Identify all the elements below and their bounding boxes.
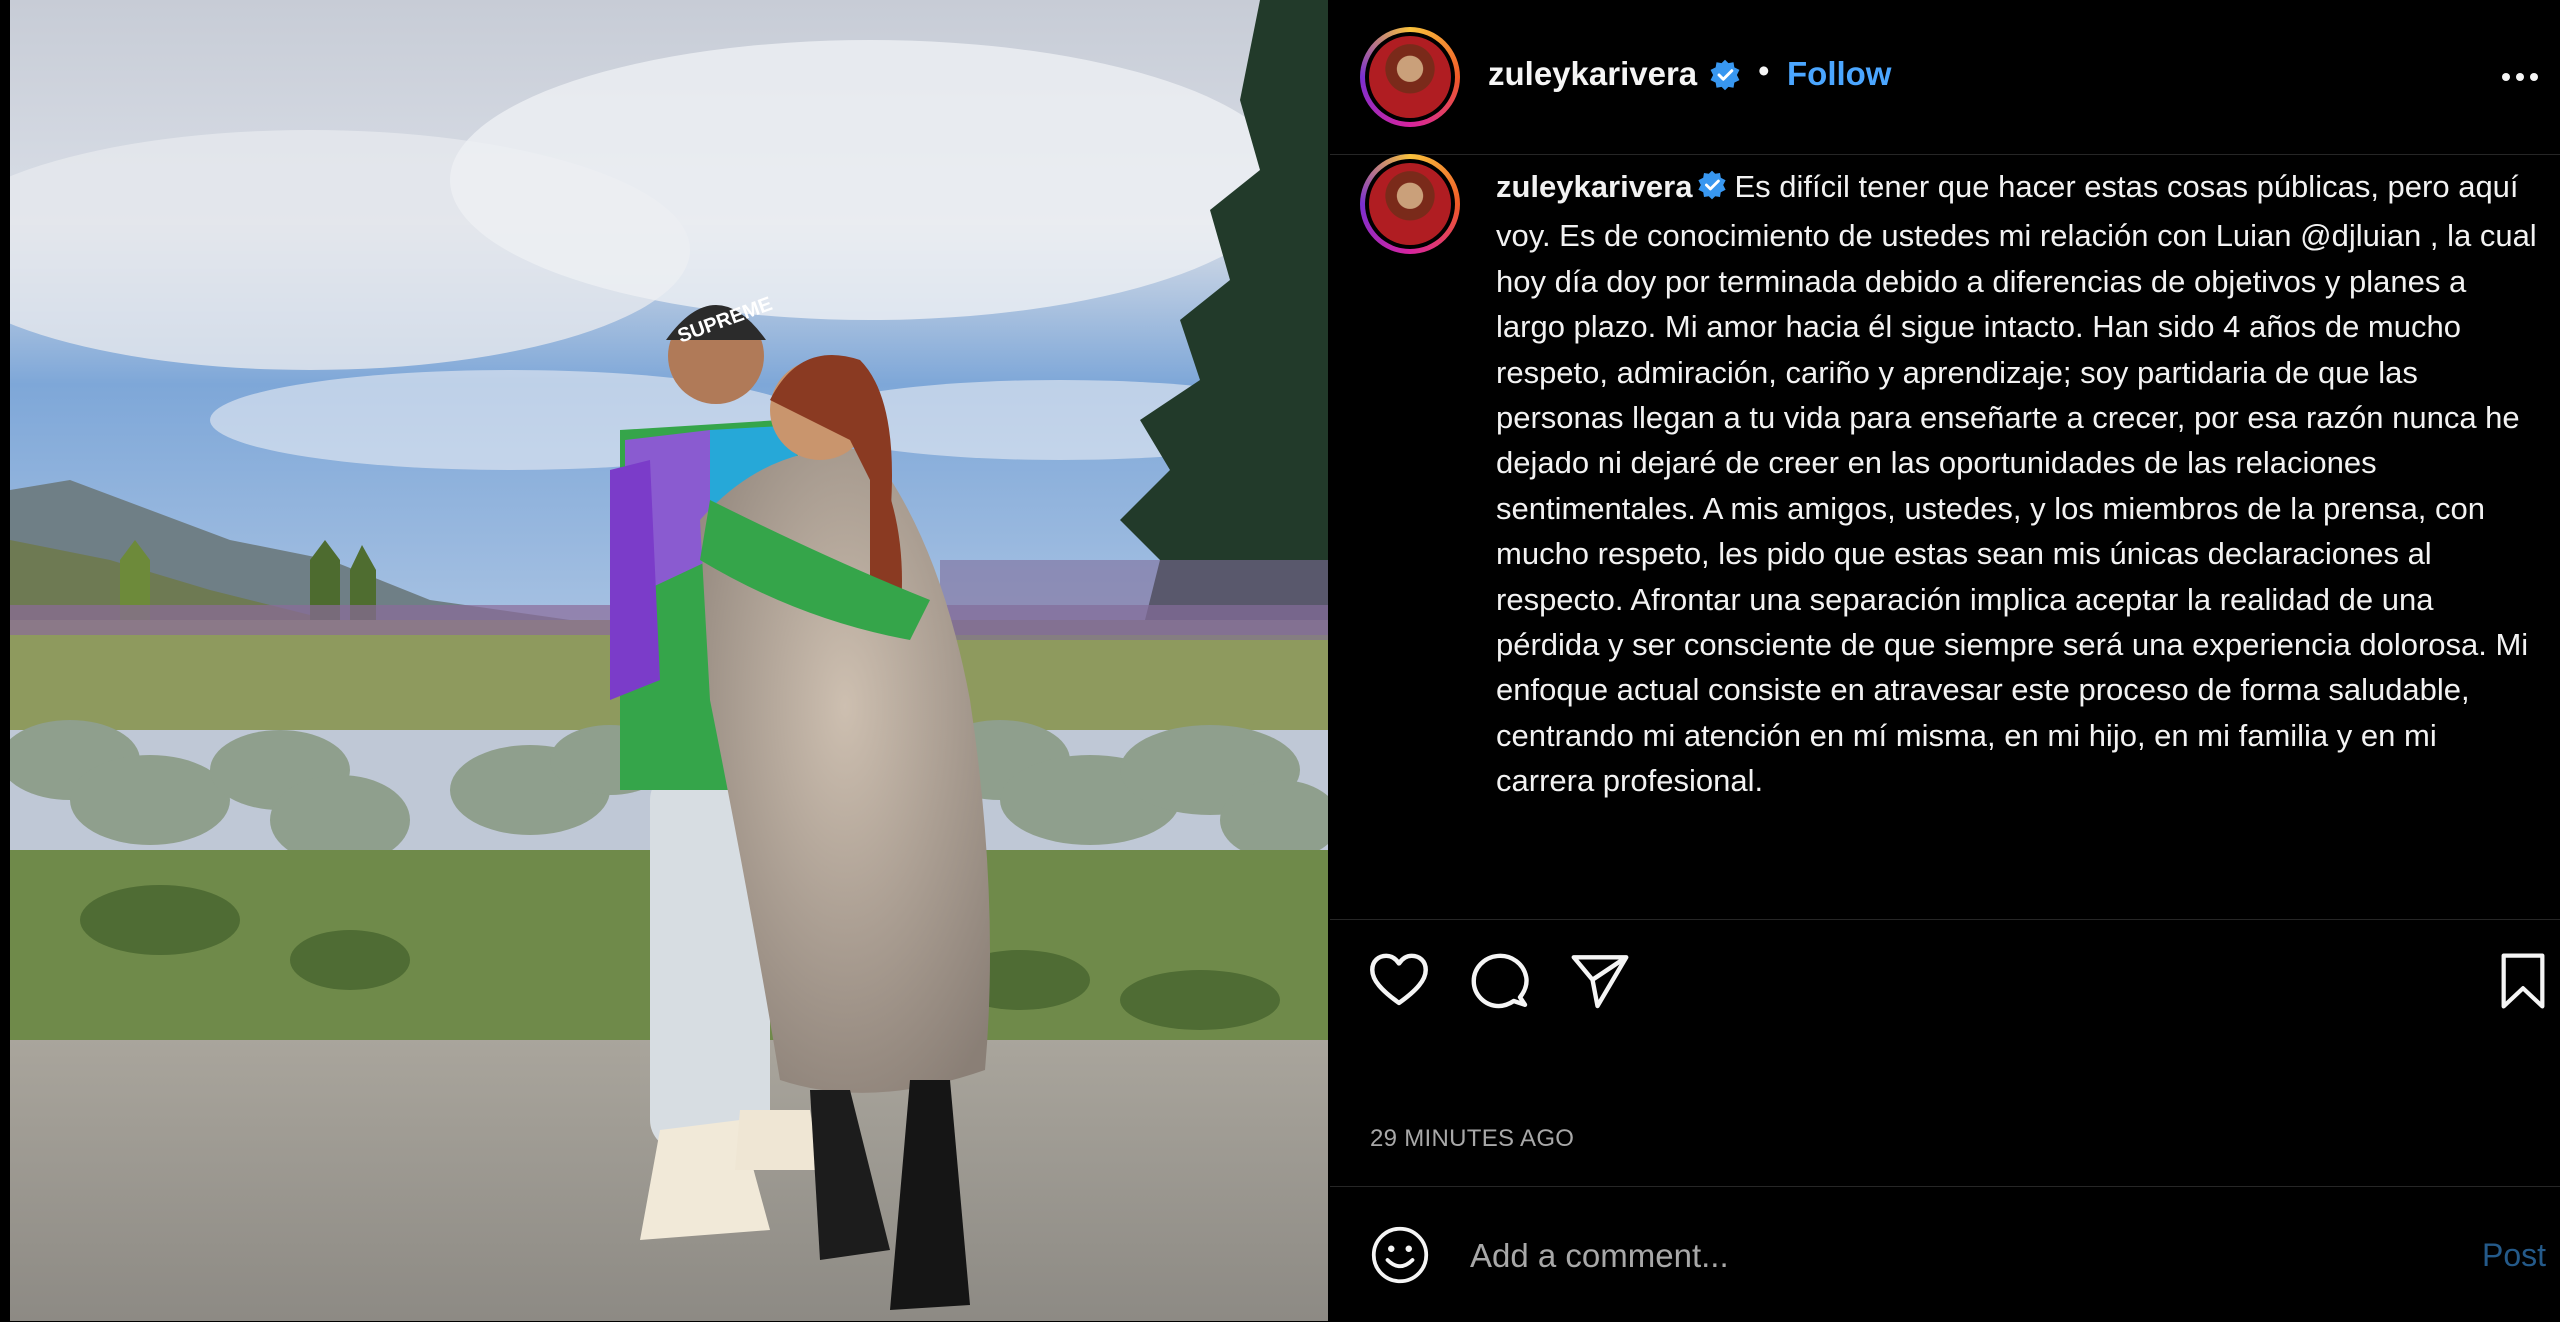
caption-avatar[interactable] — [1360, 154, 1460, 254]
header-separator: • — [1758, 52, 1770, 89]
avatar-image — [1369, 163, 1451, 245]
caption-username-link[interactable]: zuleykarivera — [1496, 169, 1692, 204]
comment-bar: Post — [1330, 1186, 2560, 1322]
comment-bubble-icon[interactable] — [1470, 952, 1530, 1015]
emoji-smiley-icon[interactable] — [1370, 1225, 1430, 1290]
more-options-icon[interactable] — [2500, 62, 2540, 97]
follow-button[interactable]: Follow — [1787, 55, 1891, 93]
comment-input[interactable] — [1468, 1231, 2292, 1281]
bookmark-icon[interactable] — [2498, 952, 2548, 1015]
caption-text-block: zuleykarivera Es difícil tener que hacer … — [1496, 164, 2541, 804]
post-actions-bar — [1330, 940, 2560, 1020]
post-comment-button[interactable]: Post — [2482, 1237, 2546, 1274]
post-header: zuleykarivera • Follow — [1330, 0, 2560, 155]
header-username-link[interactable]: zuleykarivera — [1488, 55, 1697, 93]
post-photo-illustration: SUPREME — [10, 0, 1328, 1321]
verified-badge-icon — [1696, 168, 1728, 213]
verified-badge-icon — [1708, 58, 1742, 97]
header-avatar[interactable] — [1360, 27, 1460, 127]
heart-icon[interactable] — [1368, 952, 1430, 1013]
avatar-image — [1369, 36, 1451, 118]
post-details-panel: zuleykarivera • Follow zuleykarivera Es d… — [1330, 0, 2560, 1321]
post-caption: zuleykarivera Es difícil tener que hacer … — [1330, 154, 2560, 920]
post-photo[interactable]: SUPREME — [10, 0, 1328, 1321]
paper-plane-icon[interactable] — [1570, 952, 1630, 1015]
caption-text: Es difícil tener que hacer estas cosas p… — [1496, 169, 2537, 799]
post-timestamp[interactable]: 29 MINUTES AGO — [1370, 1125, 1574, 1153]
